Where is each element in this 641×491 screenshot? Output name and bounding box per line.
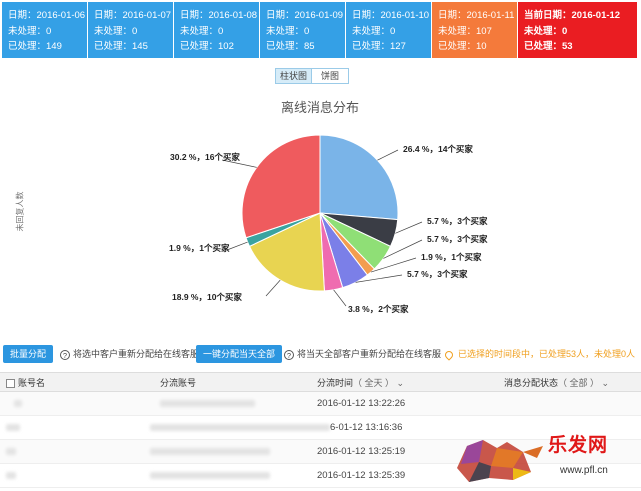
slice-leader-line xyxy=(395,221,423,234)
blurred-account xyxy=(14,400,22,407)
chevron-down-icon[interactable]: ⌄ xyxy=(394,378,405,388)
slice-label: 1.9 %，1个买家 xyxy=(169,243,230,253)
row-time: 2016-01-12 13:25:19 xyxy=(317,446,406,457)
watermark-text: 乐发网 xyxy=(548,434,609,456)
select-all-checkbox[interactable] xyxy=(6,379,15,389)
header-status-label: 消息分配状态 xyxy=(504,378,559,388)
slice-leader-line xyxy=(265,279,281,297)
slice-label: 5.7 %，3个买家 xyxy=(427,216,488,226)
question-icon[interactable]: ? xyxy=(284,349,294,360)
slice-label: 26.4 %，14个买家 xyxy=(403,144,473,154)
table-row[interactable]: 2016-01-12 13:22:26 xyxy=(0,392,641,416)
blurred-shunt-account xyxy=(150,448,270,455)
status-filter-dropdown[interactable]: （ 全部 ） xyxy=(558,378,599,388)
slice-label: 3.8 %，2个买家 xyxy=(348,304,409,314)
blurred-account xyxy=(6,472,16,479)
blurred-account xyxy=(6,448,16,455)
blurred-shunt-account xyxy=(160,400,255,407)
action-bar: 批量分配 ? 将选中客户重新分配给在线客服 一键分配当天全部 ? 将当天全部客户重新… xyxy=(0,345,641,365)
header-time[interactable]: 分流时间（ 全天 ） ⌄ xyxy=(317,373,404,393)
slice-label: 1.9 %，1个买家 xyxy=(421,252,482,262)
assign-today-hint: ? 将当天全部客户重新分配给在线客服 xyxy=(284,347,441,361)
watermark-bull-logo xyxy=(457,440,543,482)
blurred-account xyxy=(6,424,20,431)
assign-today-button[interactable]: 一键分配当天全部 xyxy=(196,345,283,363)
header-account-label: 账号名 xyxy=(18,378,46,388)
row-time: 2016-01-12 13:22:26 xyxy=(317,398,406,409)
question-icon[interactable]: ? xyxy=(60,349,70,360)
blurred-shunt-account xyxy=(150,424,330,431)
today-hint-text: 将当天全部客户重新分配给在线客服 xyxy=(297,349,442,359)
location-pin-icon xyxy=(443,348,455,361)
chevron-down-icon[interactable]: ⌄ xyxy=(599,378,610,388)
batch-assign-button[interactable]: 批量分配 xyxy=(3,345,54,363)
slice-leader-line xyxy=(333,289,347,307)
header-shunt-account: 分流账号 xyxy=(160,378,197,388)
slice-label: 30.2 %，16个买家 xyxy=(170,152,240,162)
status-note-text: 已选择的时间段中，已处理53人，未处理0人 xyxy=(457,349,635,359)
batch-assign-hint: ? 将选中客户重新分配给在线客服 xyxy=(60,347,199,361)
header-time-label: 分流时间 xyxy=(317,378,354,388)
slice-leader-line xyxy=(377,149,399,161)
header-status[interactable]: 消息分配状态（ 全部 ） ⌄ xyxy=(504,373,609,393)
time-filter-dropdown[interactable]: （ 全天 ） xyxy=(353,378,394,388)
slice-leader-line xyxy=(226,241,248,251)
row-time: 6-01-12 13:16:36 xyxy=(330,422,403,433)
header-account: 账号名 xyxy=(6,373,45,393)
pie-chart: 26.4 %，14个买家 5.7 %，3个买家 5.7 %，3个买家 1.9 %，1个… xyxy=(169,134,488,314)
table-header: 账号名 分流账号 分流时间（ 全天 ） ⌄ 消息分配状态（ 全部 ） ⌄ xyxy=(0,372,641,392)
slice-label: 5.7 %，3个买家 xyxy=(427,234,488,244)
slice-label: 18.9 %，10个买家 xyxy=(172,292,242,302)
watermark-url: www.pfl.cn xyxy=(560,465,608,476)
pie-slice[interactable] xyxy=(319,134,399,221)
selection-status-note: 已选择的时间段中，已处理53人，未处理0人 xyxy=(443,347,635,361)
blurred-shunt-account xyxy=(150,472,270,479)
row-time: 2016-01-12 13:25:39 xyxy=(317,470,406,481)
slice-label: 5.7 %，3个买家 xyxy=(407,269,468,279)
batch-hint-text: 将选中客户重新分配给在线客服 xyxy=(73,349,200,359)
